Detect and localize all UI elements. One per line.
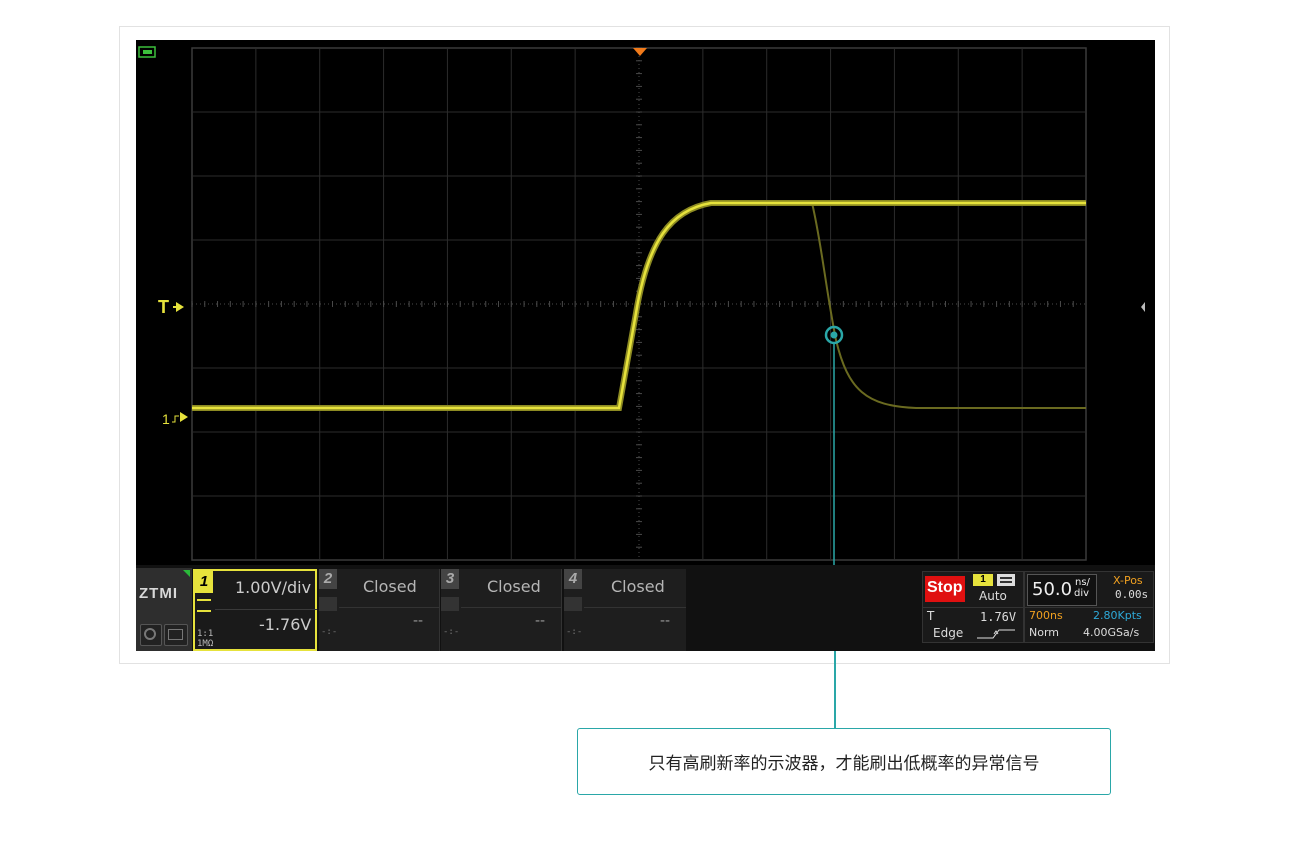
channel4-status: Closed [611, 577, 665, 596]
rising-edge-icon [977, 629, 1015, 639]
channel1-offset-marker[interactable]: 1 [162, 411, 170, 427]
xpos-label: X-Pos [1113, 574, 1143, 587]
trigger-type[interactable]: Edge [933, 626, 963, 640]
channel3-number: 3 [441, 569, 459, 589]
annotation-leader-line-outer [834, 651, 836, 729]
channel3-status: Closed [487, 577, 541, 596]
channel4-panel[interactable]: 4 Closed -- -:- [564, 569, 686, 651]
channel1-number: 1 [195, 571, 213, 593]
channel1-panel[interactable]: 1 1.00V/div -1.76V 1:1 1MΩ [193, 569, 317, 651]
touch-lock-icon[interactable] [140, 624, 162, 646]
channel1-impedance: 1MΩ [197, 639, 214, 649]
channel4-number: 4 [564, 569, 582, 589]
trigger-menu-icon[interactable] [997, 574, 1015, 586]
channel4-sub: -:- [566, 627, 583, 637]
channel2-value: -- [413, 613, 424, 629]
timebase-unit-bottom: div [1074, 588, 1090, 599]
trigger-level-marker[interactable]: T [158, 297, 169, 317]
record-time: 700ns [1029, 609, 1063, 622]
annotation-target-dot [830, 331, 838, 339]
timebase-panel[interactable]: 50.0 ns/ div X-Pos 0.00s 700ns 2.80Kpts … [1024, 571, 1154, 643]
channel4-value: -- [660, 613, 671, 629]
timebase-control[interactable]: 50.0 ns/ div [1027, 574, 1097, 606]
channel1-probe-ratio: 1:1 [197, 629, 214, 639]
sample-rate: 4.00GSa/s [1083, 626, 1140, 639]
memory-depth[interactable]: 2.80Kpts [1093, 609, 1142, 622]
trigger-mode[interactable]: Auto [979, 589, 1007, 603]
channel2-sub: -:- [321, 627, 338, 637]
annotation-text: 只有高刷新率的示波器，才能刷出低概率的异常信号 [648, 754, 1040, 774]
status-corner-icon [183, 570, 190, 577]
run-stop-button[interactable]: Stop [925, 576, 965, 602]
waveform-display: T 1 [136, 46, 1155, 651]
trigger-source-badge: 1 [973, 574, 993, 586]
side-panel-arrow-icon[interactable] [1141, 302, 1145, 312]
logo-panel: ZTMI [136, 568, 192, 651]
channel3-panel[interactable]: 3 Closed -- -:- [441, 569, 562, 651]
timebase-value: 50.0 [1032, 579, 1073, 600]
oscilloscope-screen: T 1 ZTMI 1 1.00V/div -1.76V 1:1 1MΩ 2 Cl… [136, 40, 1155, 651]
channel1-offset[interactable]: -1.76V [259, 615, 311, 634]
trigger-level[interactable]: 1.76V [980, 610, 1016, 624]
channel1-scale[interactable]: 1.00V/div [235, 578, 311, 597]
channel2-number: 2 [319, 569, 337, 589]
channel3-sub: -:- [443, 627, 460, 637]
dc-coupling-icon [197, 599, 211, 612]
xpos-value[interactable]: 0.00s [1115, 588, 1148, 601]
timebase-unit-top: ns/ [1075, 577, 1090, 588]
annotation-callout: 只有高刷新率的示波器，才能刷出低概率的异常信号 [577, 728, 1111, 795]
trigger-label: T [927, 609, 935, 623]
screenshot-icon[interactable] [164, 624, 188, 646]
channel2-status: Closed [363, 577, 417, 596]
channel2-panel[interactable]: 2 Closed -- -:- [319, 569, 440, 651]
channel3-value: -- [535, 613, 546, 629]
acquisition-mode[interactable]: Norm [1029, 626, 1059, 639]
trigger-panel[interactable]: Stop 1 Auto T 1.76V Edge [922, 571, 1024, 643]
brand-logo: ZTMI [139, 585, 178, 602]
